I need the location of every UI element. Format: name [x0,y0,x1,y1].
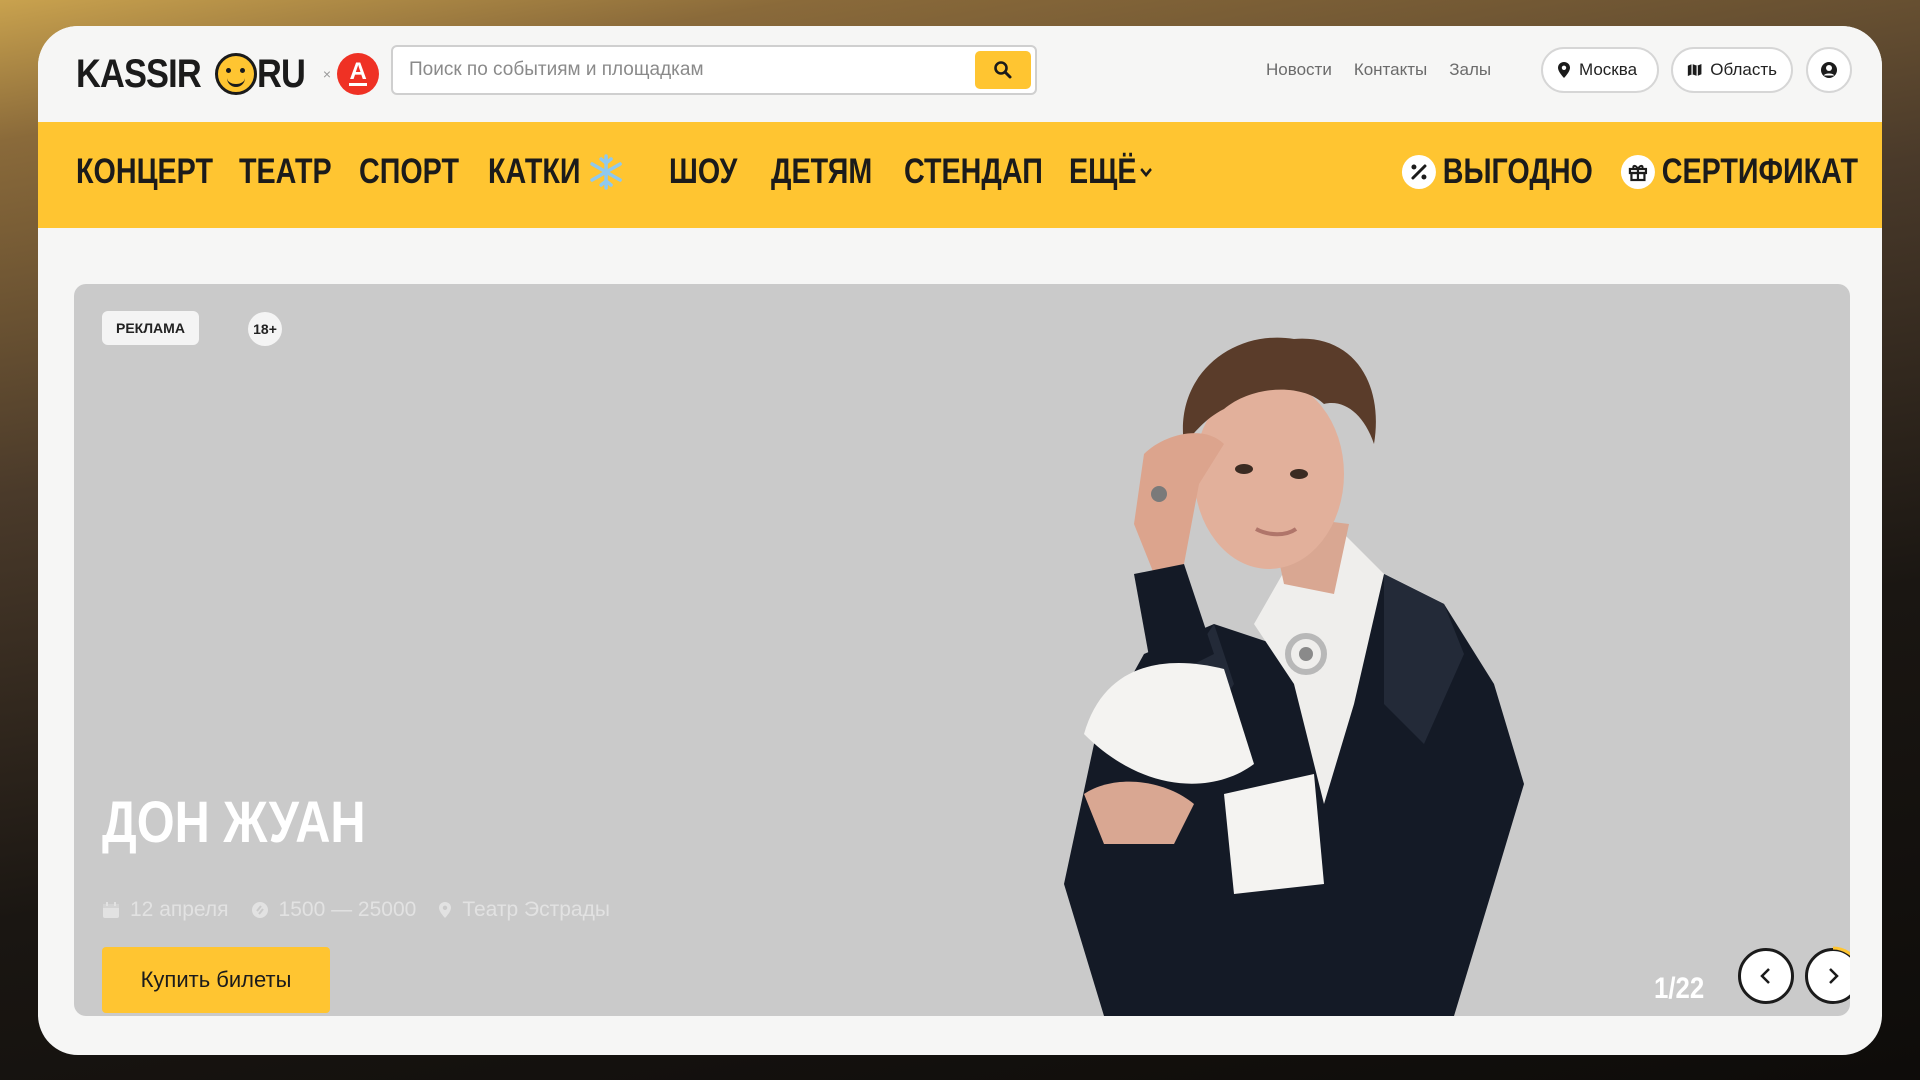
account-button[interactable] [1806,47,1852,93]
event-meta: 12 апреля 1500 — 25000 Театр Эстрады [102,898,610,922]
top-links: Новости Контакты Залы [1266,60,1491,80]
nav-standup-label: СТЕНДАП [904,152,1043,191]
event-venue: Театр Эстрады [438,898,610,922]
nav-more[interactable]: ЕЩЁ [1069,152,1153,192]
logo-text-left: KASSIR [76,51,202,96]
next-slide-button[interactable] [1805,946,1850,1004]
nav-skating-label: КАТКИ [488,152,581,191]
search-button[interactable] [975,51,1031,89]
search-icon [994,61,1012,79]
nav-kids-label: ДЕТЯМ [771,152,873,191]
link-news[interactable]: Новости [1266,60,1332,80]
search-bar [391,45,1037,95]
site-header: KASSIR RU × A Новости Контакты Залы [38,26,1882,122]
event-date-text: 12 апреля [130,898,229,921]
city-label: Москва [1579,60,1638,79]
city-selector[interactable]: Москва [1541,47,1659,93]
region-label: Область [1710,60,1777,79]
link-contacts[interactable]: Контакты [1354,60,1427,80]
event-price: 1500 — 25000 [251,898,417,922]
nav-concert-label: КОНЦЕРТ [76,152,213,191]
buy-tickets-button[interactable]: Купить билеты [102,947,330,1013]
slide-counter: 1/22 [1654,972,1705,1005]
nav-show[interactable]: ШОУ [669,152,737,192]
map-icon [1687,64,1702,76]
chevron-left-icon [1760,968,1770,984]
partner-letter: A [349,58,367,85]
alfa-bank-logo-icon: A [337,53,380,95]
age-rating-badge: 18+ [248,312,282,346]
coin-icon [251,902,268,918]
smile-logo-icon [215,53,258,95]
nav-show-label: ШОУ [669,152,738,191]
nav-more-label: ЕЩЁ [1069,152,1137,191]
nav-theatre[interactable]: ТЕАТР [239,152,332,192]
performer-photo [1064,337,1524,1016]
nav-promo[interactable]: ВЫГОДНО [1401,152,1593,192]
percent-icon [1401,155,1436,189]
site-logo[interactable]: KASSIR RU × A [76,48,380,100]
prev-slide-button[interactable] [1738,948,1794,1004]
location-pin-icon [1558,62,1570,78]
location-pin-icon [439,902,452,918]
search-input[interactable] [393,47,975,93]
nav-sport[interactable]: СПОРТ [359,152,459,192]
nav-promo-label: ВЫГОДНО [1442,152,1593,191]
ad-badge: РЕКЛАМА [102,311,199,345]
event-date: 12 апреля [102,898,229,922]
nav-standup[interactable]: СТЕНДАП [904,152,1043,192]
event-price-text: 1500 — 25000 [278,898,417,921]
nav-theatre-label: ТЕАТР [239,152,332,191]
snowflake-icon [590,154,622,190]
user-icon [1821,62,1837,78]
gift-icon [1620,155,1655,189]
nav-sport-label: СПОРТ [359,152,459,191]
event-venue-text: Театр Эстрады [462,898,610,921]
nav-concert[interactable]: КОНЦЕРТ [76,152,213,192]
chevron-down-icon [1140,167,1153,178]
hero-banner[interactable]: РЕКЛАМА 18+ ДОН ЖУАН 12 апреля 1500 — 25… [74,284,1850,1016]
logo-separator: × [322,66,332,82]
nav-skating[interactable]: КАТКИ [488,152,622,192]
slide-progress-ring [1832,946,1850,956]
category-nav: КОНЦЕРТ ТЕАТР СПОРТ КАТКИ ШОУ ДЕТЯМ СТЕН… [38,122,1882,228]
browser-window: KASSIR RU × A Новости Контакты Залы [38,26,1882,1055]
nav-certificate[interactable]: СЕРТИФИКАТ [1620,152,1858,192]
region-selector[interactable]: Область [1671,47,1793,93]
nav-certificate-label: СЕРТИФИКАТ [1661,152,1858,191]
link-halls[interactable]: Залы [1449,60,1491,80]
logo-text-right: RU [257,51,306,96]
event-title: ДОН ЖУАН [102,790,366,855]
calendar-icon [103,902,119,918]
nav-kids[interactable]: ДЕТЯМ [771,152,872,192]
